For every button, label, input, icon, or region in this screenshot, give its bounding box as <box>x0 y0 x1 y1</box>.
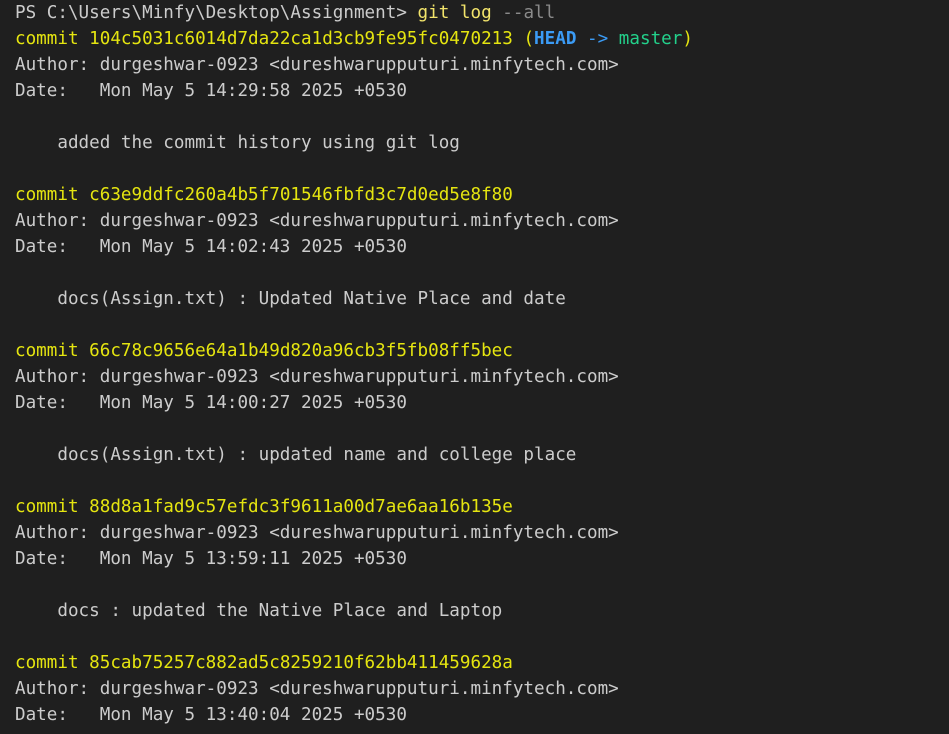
commit-header-line: commit 85cab75257c882ad5c8259210f62bb411… <box>0 650 949 676</box>
ref-branch: master <box>618 29 683 49</box>
commit-date: Date: Mon May 5 13:40:04 2025 +0530 <box>15 705 407 725</box>
commit-author: Author: durgeshwar-0923 <dureshwarupputu… <box>15 523 619 543</box>
commit-hash: 88d8a1fad9c57efdc3f9611a00d7ae6aa16b135e <box>89 497 513 517</box>
refs-open: ( <box>512 29 535 49</box>
commit-hash: 104c5031c6014d7da22ca1d3cb9fe95fc0470213 <box>89 29 513 49</box>
refs-close: ) <box>682 29 693 49</box>
prompt-argument: --all <box>491 3 556 23</box>
commit-header-line: commit 88d8a1fad9c57efdc3f9611a00d7ae6aa… <box>0 494 949 520</box>
commit-author: Author: durgeshwar-0923 <dureshwarupputu… <box>15 55 619 75</box>
commit-header-line: commit c63e9ddfc260a4b5f701546fbfd3c7d0e… <box>0 182 949 208</box>
commit-label: commit <box>15 341 79 361</box>
terminal-window[interactable]: PS C:\Users\Minfy\Desktop\Assignment> gi… <box>0 0 949 734</box>
prompt-path: PS C:\Users\Minfy\Desktop\Assignment> <box>15 3 418 23</box>
ref-arrow: -> <box>576 29 619 49</box>
commit-label: commit <box>15 653 79 673</box>
commit-label: commit <box>15 497 79 517</box>
commit-hash: c63e9ddfc260a4b5f701546fbfd3c7d0ed5e8f80 <box>89 185 513 205</box>
commit-hash: 85cab75257c882ad5c8259210f62bb411459628a <box>89 653 513 673</box>
commit-message: added the commit history using git log <box>15 133 460 153</box>
commit-date: Date: Mon May 5 14:02:43 2025 +0530 <box>15 237 407 257</box>
commit-date: Date: Mon May 5 14:00:27 2025 +0530 <box>15 393 407 413</box>
commit-message: docs : updated the Native Place and Lapt… <box>15 601 503 621</box>
commit-date: Date: Mon May 5 14:29:58 2025 +0530 <box>15 81 407 101</box>
commit-message: docs(Assign.txt) : updated name and coll… <box>15 445 577 465</box>
commit-label: commit <box>15 29 79 49</box>
commit-header-line: commit 66c78c9656e64a1b49d820a96cb3f5fb0… <box>0 338 949 364</box>
commit-author: Author: durgeshwar-0923 <dureshwarupputu… <box>15 679 619 699</box>
commit-author: Author: durgeshwar-0923 <dureshwarupputu… <box>15 211 619 231</box>
commit-message: docs(Assign.txt) : Updated Native Place … <box>15 289 566 309</box>
commit-header-line: commit 104c5031c6014d7da22ca1d3cb9fe95fc… <box>0 26 949 52</box>
commit-author: Author: durgeshwar-0923 <dureshwarupputu… <box>15 367 619 387</box>
prompt-command: git log <box>417 3 492 23</box>
commit-hash: 66c78c9656e64a1b49d820a96cb3f5fb08ff5bec <box>89 341 513 361</box>
commit-date: Date: Mon May 5 13:59:11 2025 +0530 <box>15 549 407 569</box>
ref-head: HEAD <box>534 29 577 49</box>
prompt-line: PS C:\Users\Minfy\Desktop\Assignment> gi… <box>0 0 949 26</box>
commit-label: commit <box>15 185 79 205</box>
